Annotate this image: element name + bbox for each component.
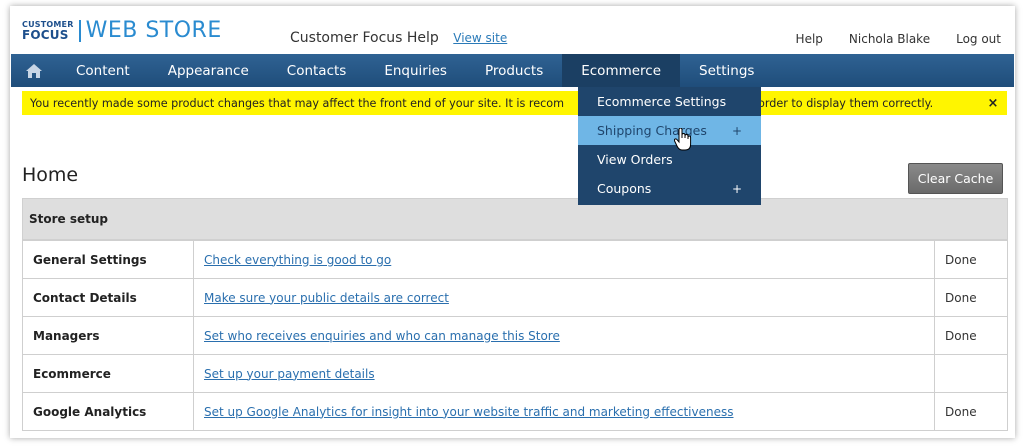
hand-cursor-icon (674, 128, 692, 151)
row-name: Managers (22, 316, 194, 355)
row-link[interactable]: Make sure your public details are correc… (204, 291, 449, 305)
logo-small: CUSTOMER FOCUS (22, 20, 74, 42)
alert-banner: You recently made some product changes t… (22, 91, 1007, 115)
dropdown-item-label: Coupons (597, 181, 652, 196)
alert-text: You recently made some product changes t… (22, 97, 983, 110)
clear-cache-button[interactable]: Clear Cache (908, 163, 1003, 194)
close-icon[interactable]: × (983, 96, 1003, 111)
alert-text-left: You recently made some product changes t… (30, 96, 565, 110)
nav-contacts[interactable]: Contacts (268, 54, 366, 87)
user-name-link[interactable]: Nichola Blake (849, 32, 930, 46)
site-title: Customer Focus Help View site (290, 30, 507, 46)
row-link[interactable]: Set up your payment details (204, 367, 375, 381)
row-link[interactable]: Set up Google Analytics for insight into… (204, 405, 733, 419)
main-nav: Content Appearance Contacts Enquiries Pr… (11, 54, 1014, 87)
nav-settings[interactable]: Settings (680, 54, 773, 87)
table-row: Contact Details Make sure your public de… (22, 278, 1008, 317)
nav-content[interactable]: Content (57, 54, 149, 87)
logo[interactable]: CUSTOMER FOCUS WEB STORE (22, 18, 222, 43)
nav-enquiries[interactable]: Enquiries (365, 54, 466, 87)
row-status: Done (934, 316, 1008, 355)
site-title-text: Customer Focus Help (290, 30, 439, 46)
logout-link[interactable]: Log out (956, 32, 1001, 46)
row-link[interactable]: Set who receives enquiries and who can m… (204, 329, 560, 343)
dropdown-coupons[interactable]: Coupons + (578, 174, 761, 203)
page-title: Home (22, 164, 79, 186)
app-window: CUSTOMER FOCUS WEB STORE Customer Focus … (10, 6, 1015, 438)
row-link[interactable]: Check everything is good to go (204, 253, 391, 267)
table-row: General Settings Check everything is goo… (22, 240, 1008, 279)
logo-main: WEB STORE (85, 18, 222, 43)
dropdown-view-orders[interactable]: View Orders (578, 145, 761, 174)
table-row: Google Analytics Set up Google Analytics… (22, 392, 1008, 431)
help-link[interactable]: Help (796, 32, 823, 46)
table-row: Ecommerce Set up your payment details (22, 354, 1008, 393)
row-status: Done (934, 392, 1008, 431)
store-setup-panel: Store setup General Settings Check every… (22, 198, 1008, 431)
row-status: Done (934, 278, 1008, 317)
top-links: Help Nichola Blake Log out (796, 32, 1001, 46)
home-icon (26, 63, 42, 78)
dropdown-item-label: Ecommerce Settings (597, 94, 727, 109)
nav-appearance[interactable]: Appearance (149, 54, 268, 87)
logo-divider (78, 19, 81, 42)
row-status (934, 354, 1008, 393)
nav-home[interactable] (11, 54, 57, 87)
ecommerce-dropdown: Ecommerce Settings Shipping Charges + Vi… (578, 87, 761, 205)
row-name: General Settings (22, 240, 194, 279)
row-name: Google Analytics (22, 392, 194, 431)
store-setup-table: General Settings Check everything is goo… (22, 240, 1008, 431)
row-name: Contact Details (22, 278, 194, 317)
alert-text-right: order to display them correctly. (758, 96, 934, 110)
store-setup-heading: Store setup (22, 198, 1008, 240)
logo-small-bottom: FOCUS (22, 27, 69, 42)
row-status: Done (934, 240, 1008, 279)
dropdown-ecommerce-settings[interactable]: Ecommerce Settings (578, 87, 761, 116)
expand-plus-icon[interactable]: + (732, 124, 742, 138)
view-site-link[interactable]: View site (453, 31, 507, 45)
dropdown-shipping-charges[interactable]: Shipping Charges + (578, 116, 761, 145)
dropdown-item-label: View Orders (597, 152, 673, 167)
nav-products[interactable]: Products (466, 54, 562, 87)
expand-plus-icon[interactable]: + (732, 182, 742, 196)
table-row: Managers Set who receives enquiries and … (22, 316, 1008, 355)
nav-ecommerce[interactable]: Ecommerce (562, 54, 681, 87)
row-name: Ecommerce (22, 354, 194, 393)
